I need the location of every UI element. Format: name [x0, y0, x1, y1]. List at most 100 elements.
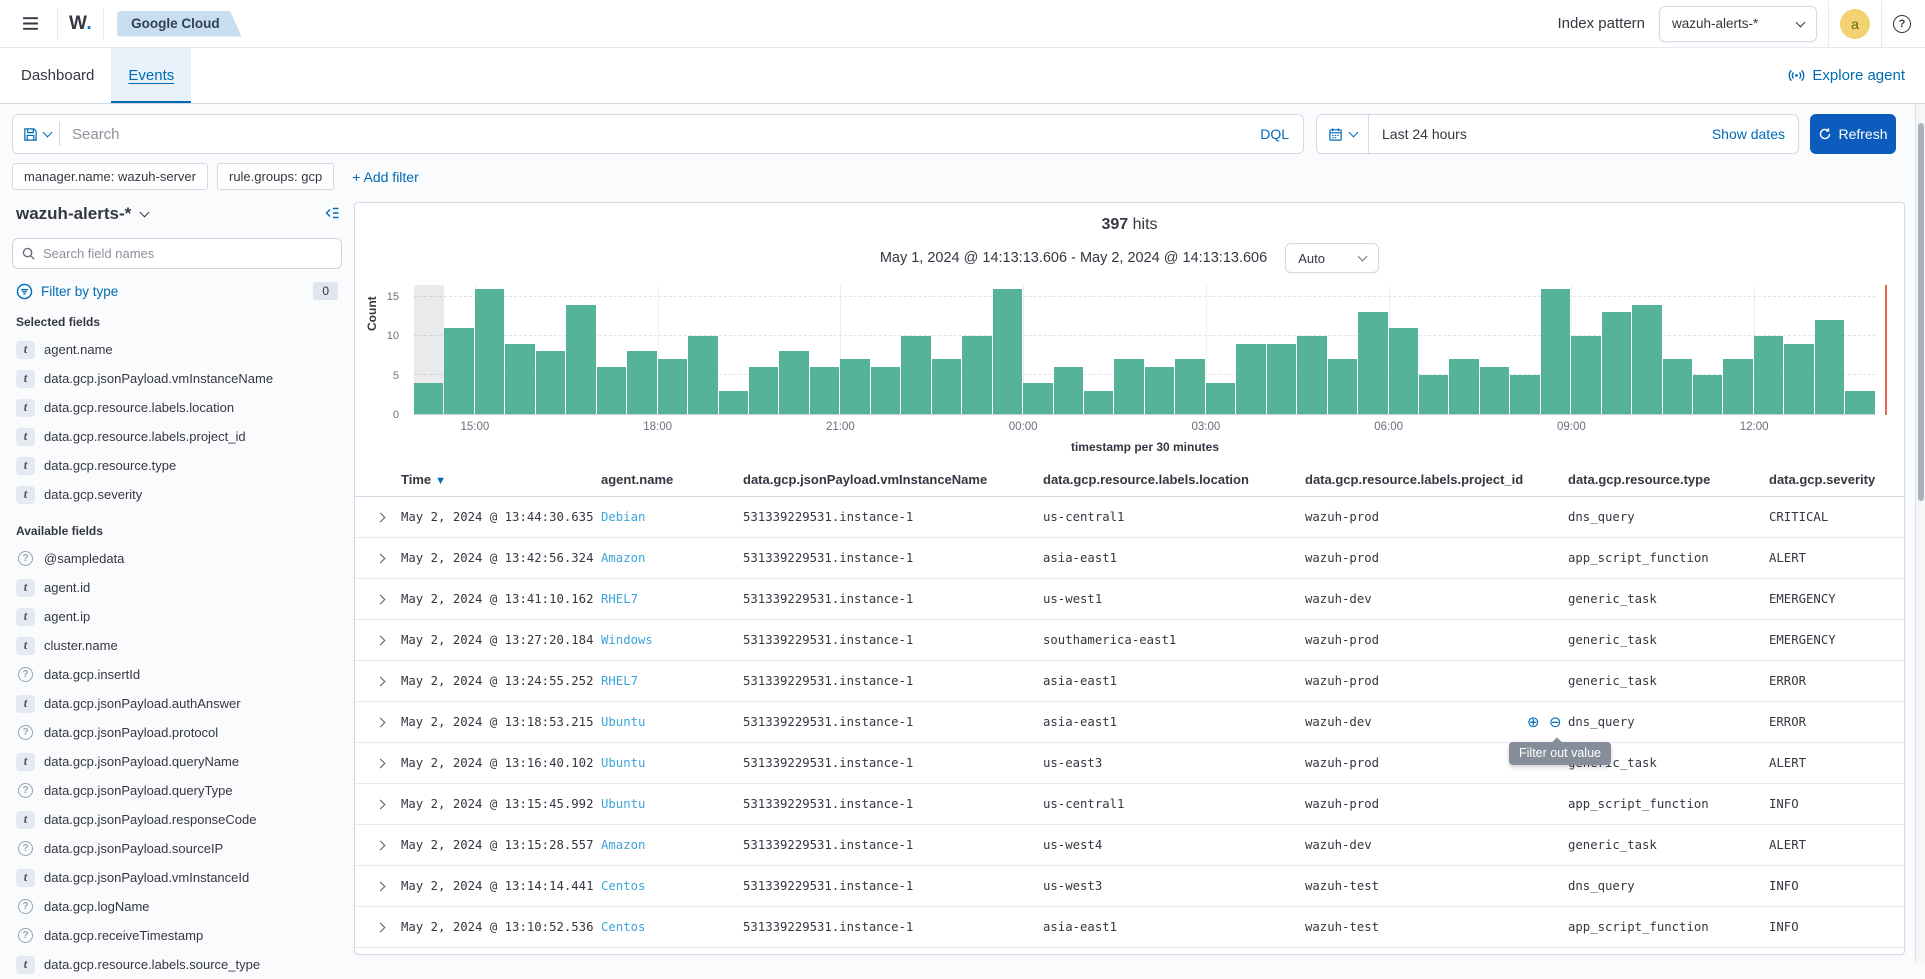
field-item-data-gcp-receivetimestamp[interactable]: ?data.gcp.receiveTimestamp — [12, 921, 342, 950]
expand-row-button[interactable] — [372, 509, 388, 525]
help-icon[interactable]: ? — [1893, 15, 1911, 33]
histogram-bar[interactable] — [1510, 375, 1539, 414]
expand-row-button[interactable] — [372, 632, 388, 648]
field-item-data-gcp-jsonpayload-vminstancename[interactable]: tdata.gcp.jsonPayload.vmInstanceName — [12, 364, 342, 393]
field-item-data-gcp-severity[interactable]: tdata.gcp.severity — [12, 480, 342, 509]
field-item-agent-name[interactable]: tagent.name — [12, 335, 342, 364]
expand-row-button[interactable] — [372, 591, 388, 607]
dql-button[interactable]: DQL — [1260, 126, 1289, 142]
column-header-data-gcp-severity[interactable]: data.gcp.severity — [1769, 472, 1904, 487]
column-header-data-gcp-resource-type[interactable]: data.gcp.resource.type — [1568, 472, 1769, 487]
agent-name-cell[interactable]: RHEL7 — [601, 592, 743, 606]
filter-for-value-icon[interactable]: ⊕ — [1527, 713, 1540, 731]
explore-agent-link[interactable]: Explore agent — [1788, 48, 1921, 103]
sort-desc-icon[interactable]: ▼ — [435, 475, 446, 487]
histogram-bar[interactable] — [1054, 367, 1083, 414]
index-pattern-select[interactable]: wazuh-alerts-* — [1659, 6, 1817, 42]
field-item-data-gcp-jsonpayload-authanswer[interactable]: tdata.gcp.jsonPayload.authAnswer — [12, 689, 342, 718]
expand-row-button[interactable] — [372, 673, 388, 689]
agent-name-cell[interactable]: Ubuntu — [601, 797, 743, 811]
histogram-bar[interactable] — [566, 305, 595, 414]
histogram-bar[interactable] — [1815, 320, 1844, 414]
interval-select[interactable]: Auto — [1285, 243, 1379, 273]
column-header-data-gcp-jsonpayload-vminstancename[interactable]: data.gcp.jsonPayload.vmInstanceName — [743, 472, 1043, 487]
histogram-bar[interactable] — [810, 367, 839, 414]
refresh-button[interactable]: Refresh — [1810, 114, 1896, 154]
histogram-bar[interactable] — [1389, 328, 1418, 414]
column-header-data-gcp-resource-labels-location[interactable]: data.gcp.resource.labels.location — [1043, 472, 1305, 487]
field-item-data-gcp-resource-labels-location[interactable]: tdata.gcp.resource.labels.location — [12, 393, 342, 422]
expand-row-button[interactable] — [372, 837, 388, 853]
expand-row-button[interactable] — [372, 714, 388, 730]
field-item-data-gcp-resource-labels-source-type[interactable]: tdata.gcp.resource.labels.source_type — [12, 950, 342, 979]
histogram-bar[interactable] — [1541, 289, 1570, 414]
histogram-bar[interactable] — [962, 336, 991, 414]
histogram-bar[interactable] — [1723, 359, 1752, 414]
date-picker-menu-button[interactable] — [1317, 115, 1369, 153]
wazuh-logo[interactable]: W. — [69, 13, 92, 35]
agent-name-cell[interactable]: RHEL7 — [601, 674, 743, 688]
histogram-bar[interactable] — [597, 367, 626, 414]
histogram-bar[interactable] — [1114, 359, 1143, 414]
histogram-bar[interactable] — [444, 328, 473, 414]
agent-name-cell[interactable]: Amazon — [601, 838, 743, 852]
histogram-bar[interactable] — [1754, 336, 1783, 414]
histogram-bar[interactable] — [749, 367, 778, 414]
agent-name-cell[interactable]: Centos — [601, 879, 743, 893]
agent-name-cell[interactable]: Debian — [601, 510, 743, 524]
histogram-bar[interactable] — [1145, 367, 1174, 414]
field-item-data-gcp-jsonpayload-responsecode[interactable]: tdata.gcp.jsonPayload.responseCode — [12, 805, 342, 834]
histogram-bar[interactable] — [1480, 367, 1509, 414]
filter-out-value-icon[interactable]: ⊖ — [1549, 713, 1562, 731]
time-range-value[interactable]: Last 24 hours — [1369, 126, 1712, 142]
field-search-input[interactable] — [12, 238, 342, 269]
histogram-bar[interactable] — [1084, 391, 1113, 414]
expand-row-button[interactable] — [372, 878, 388, 894]
histogram-bar[interactable] — [1206, 383, 1235, 414]
histogram-bar[interactable] — [627, 351, 656, 414]
histogram-bar[interactable] — [871, 367, 900, 414]
menu-button[interactable] — [14, 8, 46, 40]
agent-name-cell[interactable]: Ubuntu — [601, 715, 743, 729]
expand-row-button[interactable] — [372, 755, 388, 771]
field-item-data-gcp-insertid[interactable]: ?data.gcp.insertId — [12, 660, 342, 689]
histogram-bar[interactable] — [658, 359, 687, 414]
histogram-bar[interactable] — [1023, 383, 1052, 414]
saved-queries-button[interactable] — [23, 127, 51, 142]
histogram-bar[interactable] — [1632, 305, 1661, 414]
histogram-bar[interactable] — [1571, 336, 1600, 414]
histogram-bar[interactable] — [779, 351, 808, 414]
column-header-agent-name[interactable]: agent.name — [601, 472, 743, 487]
histogram-bar[interactable] — [1693, 375, 1722, 414]
expand-row-button[interactable] — [372, 919, 388, 935]
expand-row-button[interactable] — [372, 796, 388, 812]
histogram-bar[interactable] — [1663, 359, 1692, 414]
histogram-bar[interactable] — [1358, 312, 1387, 414]
breadcrumb[interactable]: Google Cloud — [117, 11, 242, 37]
sidebar-index-pattern[interactable]: wazuh-alerts-* — [16, 204, 131, 224]
field-item-data-gcp-jsonpayload-protocol[interactable]: ?data.gcp.jsonPayload.protocol — [12, 718, 342, 747]
show-dates-button[interactable]: Show dates — [1712, 126, 1798, 142]
agent-name-cell[interactable]: Ubuntu — [601, 756, 743, 770]
histogram-bar[interactable] — [536, 351, 565, 414]
filter-pill-rule-groups[interactable]: rule.groups: gcp — [217, 163, 334, 190]
field-item-data-gcp-resource-labels-project-id[interactable]: tdata.gcp.resource.labels.project_id — [12, 422, 342, 451]
column-header-time[interactable]: Time▼ — [401, 472, 601, 487]
filter-by-type-button[interactable]: Filter by type 0 — [12, 282, 342, 300]
field-item-data-gcp-resource-type[interactable]: tdata.gcp.resource.type — [12, 451, 342, 480]
histogram-bar[interactable] — [1236, 344, 1265, 414]
field-item-cluster-name[interactable]: tcluster.name — [12, 631, 342, 660]
histogram-bar[interactable] — [932, 359, 961, 414]
histogram-bar[interactable] — [840, 359, 869, 414]
histogram-bar[interactable] — [901, 336, 930, 414]
histogram-bar[interactable] — [719, 391, 748, 414]
field-item-agent-id[interactable]: tagent.id — [12, 573, 342, 602]
histogram-bar[interactable] — [505, 344, 534, 414]
histogram-bar[interactable] — [414, 383, 443, 414]
histogram-bar[interactable] — [993, 289, 1022, 414]
histogram-bar[interactable] — [1419, 375, 1448, 414]
histogram-bar[interactable] — [1267, 344, 1296, 414]
field-item-agent-ip[interactable]: tagent.ip — [12, 602, 342, 631]
histogram-bar[interactable] — [688, 336, 717, 414]
column-header-data-gcp-resource-labels-project-id[interactable]: data.gcp.resource.labels.project_id — [1305, 472, 1568, 487]
